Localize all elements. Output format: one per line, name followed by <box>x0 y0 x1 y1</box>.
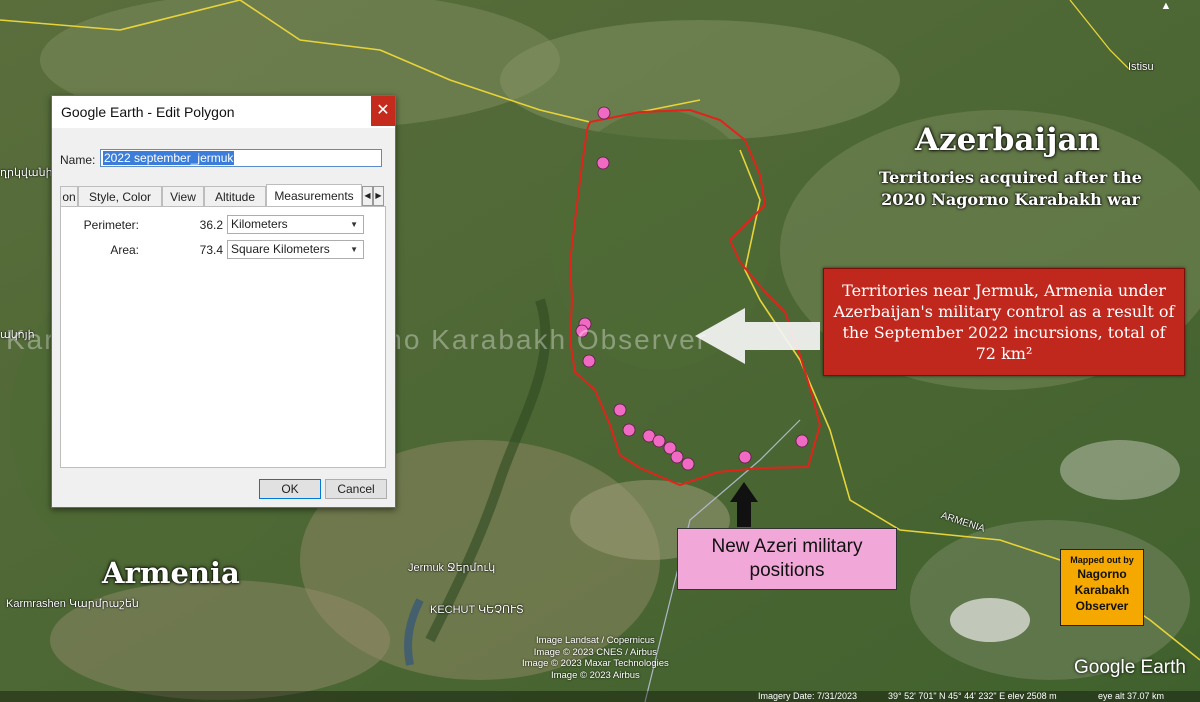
measurements-panel: Perimeter: 36.2 Kilometers ▼ Area: 73.4 … <box>60 206 386 468</box>
place-karmrashen: Karmrashen Կարմրաշեն <box>6 598 139 610</box>
armenia-title: Armenia <box>102 556 240 590</box>
status-bar: Imagery Date: 7/31/2023 39° 52' 701" N 4… <box>0 691 1200 702</box>
area-unit-select[interactable]: Square Kilometers ▼ <box>227 240 364 259</box>
area-label: Area: <box>110 243 139 257</box>
tab-strip: on Style, Color View Altitude Measuremen… <box>60 184 386 207</box>
edit-polygon-dialog: Google Earth - Edit Polygon ✕ Name: 2022… <box>51 95 396 508</box>
perimeter-unit-select[interactable]: Kilometers ▼ <box>227 215 364 234</box>
coordinates: 39° 52' 701" N 45° 44' 232" E elev 2508 … <box>888 691 1057 701</box>
dialog-title: Google Earth - Edit Polygon <box>61 104 235 120</box>
google-earth-logo: Google Earth <box>1074 657 1186 678</box>
pin <box>596 156 610 170</box>
name-field[interactable]: 2022 september_jermuk <box>100 149 382 167</box>
perimeter-label: Perimeter: <box>83 218 139 232</box>
annotation-red-box: Territories near Jermuk, Armenia under A… <box>823 268 1185 376</box>
pin <box>738 450 752 464</box>
credit-line: Nagorno <box>1077 567 1127 581</box>
perimeter-value: 36.2 <box>199 218 223 232</box>
chevron-down-icon: ▼ <box>350 220 358 229</box>
credit-line: Karabakh <box>1074 583 1130 597</box>
tab-measurements[interactable]: Measurements <box>266 184 362 207</box>
dialog-body: Name: 2022 september_jermuk on Style, Co… <box>52 128 395 507</box>
pin <box>681 457 695 471</box>
azerbaijan-title: Azerbaijan <box>915 122 1101 158</box>
tab-view[interactable]: View <box>162 186 204 206</box>
place-kechut: KECHUT ԿԵՉՈՒՏ <box>430 604 524 616</box>
tab-scroll-left-icon[interactable]: ◀ <box>362 186 373 206</box>
ok-button[interactable]: OK <box>259 479 321 499</box>
pin <box>670 450 684 464</box>
tab-altitude[interactable]: Altitude <box>204 186 266 206</box>
tab-description[interactable]: on <box>60 186 78 206</box>
pin <box>597 106 611 120</box>
annotation-pink-box: New Azeri military positions <box>677 528 897 590</box>
azerbaijan-subtitle: Territories acquired after the 2020 Nago… <box>879 168 1142 209</box>
tab-scroll-right-icon[interactable]: ▶ <box>373 186 384 206</box>
area-value: 73.4 <box>199 243 223 257</box>
place-left-1: ղրկվանի <box>0 167 53 179</box>
close-icon[interactable]: ✕ <box>371 96 395 126</box>
place-jermuk: Jermuk Ջերմուկ <box>408 562 496 574</box>
dialog-titlebar[interactable]: Google Earth - Edit Polygon ✕ <box>52 96 395 128</box>
name-label: Name: <box>60 153 96 167</box>
eye-altitude: eye alt 37.07 km <box>1098 691 1165 701</box>
credit-line: Mapped out by <box>1070 555 1134 565</box>
place-istisu: Istisu <box>1128 61 1154 73</box>
compass-icon[interactable]: ▲ <box>1158 0 1174 14</box>
credit-badge: Mapped out by Nagorno Karabakh Observer <box>1060 549 1144 626</box>
cancel-button[interactable]: Cancel <box>325 479 387 499</box>
imagery-credits: Image Landsat / Copernicus Image © 2023 … <box>522 635 669 681</box>
tab-style-color[interactable]: Style, Color <box>78 186 162 206</box>
pin <box>622 423 636 437</box>
pin <box>795 434 809 448</box>
pin <box>652 434 666 448</box>
imagery-date: Imagery Date: 7/31/2023 <box>758 691 858 701</box>
pin <box>613 403 627 417</box>
pin <box>582 354 596 368</box>
chevron-down-icon: ▼ <box>350 245 358 254</box>
credit-line: Observer <box>1075 599 1129 613</box>
